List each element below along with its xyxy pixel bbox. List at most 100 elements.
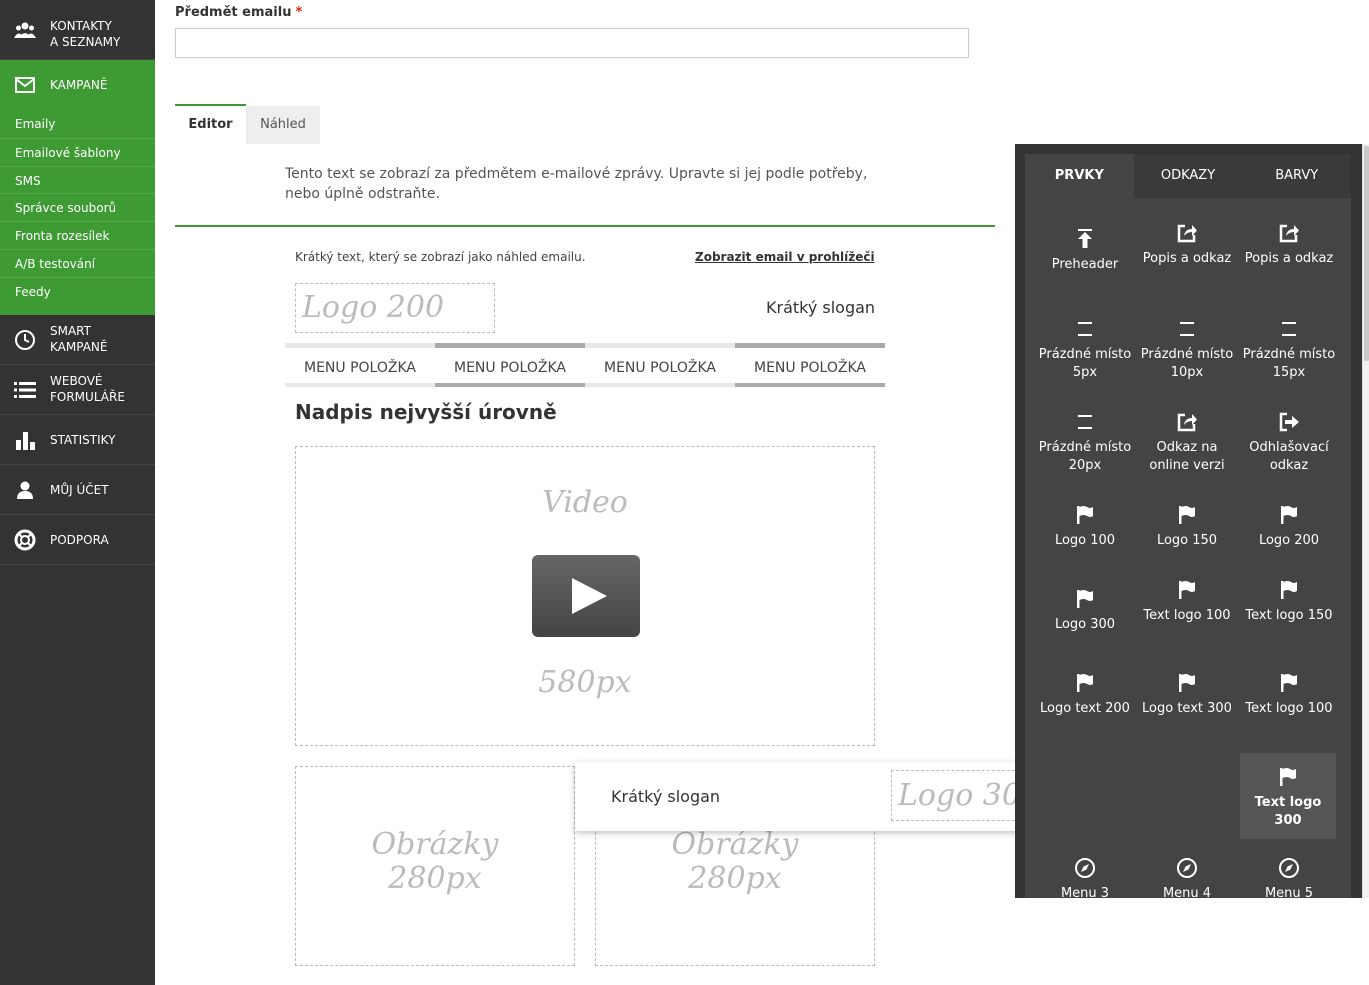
slogan[interactable]: Krátký slogan xyxy=(766,298,875,317)
sidebar-subitem-templates[interactable]: Emailové šablony xyxy=(0,138,155,166)
tile-text-logo-300[interactable]: Text logo 300 xyxy=(1240,753,1336,839)
tab-links[interactable]: ODKAZY xyxy=(1134,154,1243,198)
spacer-icon xyxy=(1282,322,1296,336)
video-block[interactable]: Video 580px xyxy=(295,446,875,746)
tile-label: Preheader xyxy=(1051,257,1119,272)
sidebar-subitem-queue[interactable]: Fronta rozesílek xyxy=(0,221,155,249)
tile-unsubscribe[interactable]: Odhlašovací odkaz xyxy=(1241,411,1337,497)
tile-logo-text-300[interactable]: Logo text 300 xyxy=(1139,672,1235,758)
sidebar-item-label: KAMPANĚ xyxy=(50,340,108,354)
flag-icon xyxy=(1280,768,1296,786)
tile-logo-100[interactable]: Logo 100 xyxy=(1037,504,1133,590)
sidebar-subitem-feeds[interactable]: Feedy xyxy=(0,277,155,305)
tile-text-link[interactable]: Popis a odkaz xyxy=(1241,222,1337,308)
spacer-icon xyxy=(1078,415,1092,429)
sidebar-item-support[interactable]: PODPORA xyxy=(0,515,155,565)
share-icon xyxy=(1177,413,1197,432)
subject-label: Předmět emailu * xyxy=(175,5,302,20)
sidebar-item-label: PODPORA xyxy=(50,533,109,547)
tile-spacer-10[interactable]: Prázdné místo 10px xyxy=(1139,318,1235,404)
email-heading[interactable]: Nadpis nejvyšší úrovně xyxy=(295,400,557,424)
menu-item[interactable]: MENU POLOŽKA xyxy=(585,343,735,387)
tab-colors[interactable]: BARVY xyxy=(1242,154,1351,198)
sidebar-subitem-emails[interactable]: Emaily xyxy=(0,110,155,138)
tile-label: Prázdné místo 10px xyxy=(1140,347,1234,380)
tile-logo-text-200[interactable]: Logo text 200 xyxy=(1037,672,1133,758)
panel-tabs: PRVKY ODKAZY BARVY xyxy=(1025,154,1351,198)
sidebar-item-label: STATISTIKY xyxy=(50,433,116,447)
tile-menu-3[interactable]: Menu 3 xyxy=(1037,857,1133,898)
tab-elements[interactable]: PRVKY xyxy=(1025,154,1134,198)
tile-label: Logo 150 xyxy=(1156,533,1218,548)
tile-preheader[interactable]: Preheader xyxy=(1037,228,1133,314)
tile-text-logo-150[interactable]: Text logo 150 xyxy=(1241,579,1337,665)
view-in-browser-link[interactable]: Zobrazit email v prohlížeči xyxy=(695,250,875,264)
spacer-icon xyxy=(1180,322,1194,336)
drag-preview-slogan: Krátký slogan xyxy=(611,787,721,806)
tab-editor[interactable]: Editor xyxy=(175,104,246,144)
clock-icon xyxy=(14,329,36,351)
flag-icon xyxy=(1077,590,1093,608)
sidebar-subitem-ab-testing[interactable]: A/B testování xyxy=(0,249,155,277)
spacer-icon xyxy=(1078,322,1092,336)
subject-label-text: Předmět emailu xyxy=(175,5,292,20)
sidebar-item-statistics[interactable]: STATISTIKY xyxy=(0,415,155,465)
sidebar-item-smart-campaigns[interactable]: SMART KAMPANĚ xyxy=(0,315,155,365)
preheader-area[interactable]: Tento text se zobrazí za předmětem e-mai… xyxy=(175,144,995,227)
tile-label: Logo 300 xyxy=(1054,617,1116,632)
tile-text-link[interactable]: Popis a odkaz xyxy=(1139,222,1235,308)
panel-scrollbar-thumb[interactable] xyxy=(1364,146,1369,361)
sidebar-subitem-file-manager[interactable]: Správce souborů xyxy=(0,193,155,221)
tile-text-logo-100[interactable]: Text logo 100 xyxy=(1139,579,1235,665)
logo-placeholder[interactable]: Logo 200 xyxy=(295,283,495,333)
compass-icon xyxy=(1279,858,1299,878)
flag-icon xyxy=(1281,581,1297,599)
sidebar-item-web-forms[interactable]: WEBOVÉ FORMULÁŘE xyxy=(0,365,155,415)
tile-label: Odkaz na online verzi xyxy=(1149,440,1225,473)
menu-item[interactable]: MENU POLOŽKA xyxy=(285,343,435,387)
share-icon xyxy=(1279,224,1299,243)
tile-online-version[interactable]: Odkaz na online verzi xyxy=(1139,411,1235,497)
sidebar-item-label: KAMPANĚ xyxy=(50,78,108,92)
sidebar-subitem-sms[interactable]: SMS xyxy=(0,166,155,194)
panel-body: Preheader Popis a odkaz Popis a odkaz Pr… xyxy=(1025,198,1351,898)
subject-input[interactable] xyxy=(175,28,969,58)
tile-logo-300[interactable]: Logo 300 xyxy=(1037,588,1133,674)
tile-label: Logo 100 xyxy=(1054,533,1116,548)
tile-menu-5[interactable]: Menu 5 xyxy=(1241,857,1337,898)
images-size: 280px xyxy=(688,861,782,896)
image-block-left[interactable]: Obrázky 280px xyxy=(295,766,575,966)
tile-label: Text logo 150 xyxy=(1245,608,1333,623)
tile-spacer-5[interactable]: Prázdné místo 5px xyxy=(1037,318,1133,404)
sidebar-item-label: MŮJ ÚČET xyxy=(50,483,109,497)
tile-label: Text logo 300 xyxy=(1254,795,1322,828)
email-preheader[interactable]: Krátký text, který se zobrazí jako náhle… xyxy=(295,250,586,264)
sidebar-item-campaigns[interactable]: KAMPANĚ xyxy=(0,60,155,110)
menu-item[interactable]: MENU POLOŽKA xyxy=(735,343,885,387)
tab-preview[interactable]: Náhled xyxy=(246,106,320,144)
tile-logo-200[interactable]: Logo 200 xyxy=(1241,504,1337,590)
compass-icon xyxy=(1075,858,1095,878)
sidebar: KONTAKTY A SEZNAMY KAMPANĚ Emaily Emailo… xyxy=(0,0,155,985)
list-icon xyxy=(14,379,36,401)
video-label: Video xyxy=(542,485,628,520)
preheader-hint[interactable]: Tento text se zobrazí za předmětem e-mai… xyxy=(285,164,885,204)
tile-label: Text logo 100 xyxy=(1143,608,1231,623)
tile-menu-4[interactable]: Menu 4 xyxy=(1139,857,1235,898)
user-icon xyxy=(14,479,36,501)
tile-logo-150[interactable]: Logo 150 xyxy=(1139,504,1235,590)
flag-icon xyxy=(1281,674,1297,692)
share-icon xyxy=(1177,224,1197,243)
bar-chart-icon xyxy=(14,429,36,451)
sidebar-item-my-account[interactable]: MŮJ ÚČET xyxy=(0,465,155,515)
sidebar-item-contacts[interactable]: KONTAKTY A SEZNAMY xyxy=(0,0,155,60)
tile-label: Logo 200 xyxy=(1258,533,1320,548)
tile-spacer-15[interactable]: Prázdné místo 15px xyxy=(1241,318,1337,404)
flag-icon xyxy=(1179,581,1195,599)
tile-label: Text logo 100 xyxy=(1245,701,1333,716)
tile-label: Popis a odkaz xyxy=(1244,251,1334,266)
tile-spacer-20[interactable]: Prázdné místo 20px xyxy=(1037,411,1133,497)
sidebar-item-label: SMART xyxy=(50,324,91,338)
menu-item[interactable]: MENU POLOŽKA xyxy=(435,343,585,387)
tile-text-logo-100[interactable]: Text logo 100 xyxy=(1241,672,1337,758)
